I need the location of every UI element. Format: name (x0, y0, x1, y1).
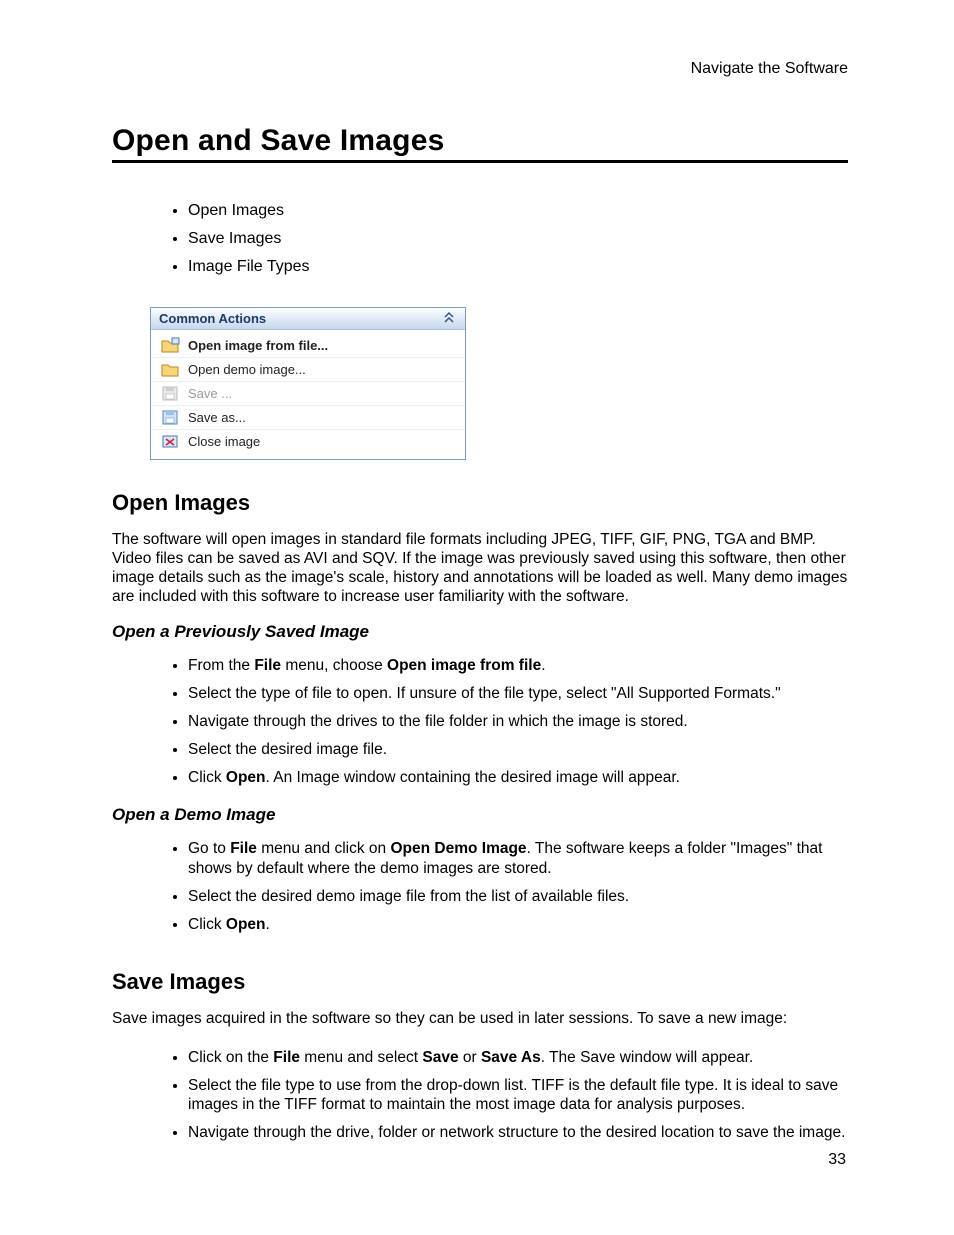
list-item: Select the desired image file. (188, 736, 848, 764)
close-image-icon (161, 433, 180, 450)
list-item: Go to File menu and click on Open Demo I… (188, 835, 848, 883)
save-images-heading: Save Images (112, 969, 848, 995)
page-title: Open and Save Images (112, 124, 848, 158)
action-label: Open demo image... (188, 362, 306, 377)
open-images-paragraph: The software will open images in standar… (112, 530, 848, 606)
topic-list: Open Images Save Images Image File Types (112, 197, 848, 281)
panel-title: Common Actions (159, 311, 266, 326)
open-demo-icon (161, 361, 180, 378)
close-image-action[interactable]: Close image (151, 430, 465, 453)
list-item: Navigate through the drives to the file … (188, 708, 848, 736)
action-label: Close image (188, 434, 260, 449)
save-images-paragraph: Save images acquired in the software so … (112, 1009, 848, 1028)
open-demo-image-heading: Open a Demo Image (112, 805, 848, 825)
open-image-from-file-action[interactable]: Open image from file... (151, 334, 465, 358)
open-demo-image-steps: Go to File menu and click on Open Demo I… (112, 835, 848, 938)
list-item: Select the type of file to open. If unsu… (188, 680, 848, 708)
list-item: Save Images (188, 225, 848, 253)
page-number: 33 (828, 1151, 846, 1169)
list-item: Select the file type to use from the dro… (188, 1072, 848, 1120)
save-as-action[interactable]: Save as... (151, 406, 465, 430)
common-actions-panel: Common Actions Open image from file... O… (150, 307, 466, 460)
save-as-icon (161, 409, 180, 426)
title-divider (112, 160, 848, 163)
action-label: Save ... (188, 386, 232, 401)
open-images-heading: Open Images (112, 490, 848, 516)
list-item: Navigate through the drive, folder or ne… (188, 1119, 848, 1147)
list-item: Click Open. (188, 911, 848, 939)
save-action: Save ... (151, 382, 465, 406)
save-icon (161, 385, 180, 402)
panel-header[interactable]: Common Actions (151, 308, 465, 330)
panel-body: Open image from file... Open demo image.… (151, 330, 465, 459)
save-images-steps: Click on the File menu and select Save o… (112, 1044, 848, 1147)
action-label: Open image from file... (188, 338, 328, 353)
list-item: Image File Types (188, 253, 848, 281)
open-previously-saved-steps: From the File menu, choose Open image fr… (112, 652, 848, 791)
open-demo-image-action[interactable]: Open demo image... (151, 358, 465, 382)
collapse-icon[interactable] (443, 312, 455, 326)
open-previously-saved-heading: Open a Previously Saved Image (112, 622, 848, 642)
open-file-icon (161, 337, 180, 354)
breadcrumb: Navigate the Software (112, 60, 848, 78)
list-item: Open Images (188, 197, 848, 225)
list-item: Click on the File menu and select Save o… (188, 1044, 848, 1072)
list-item: Select the desired demo image file from … (188, 883, 848, 911)
list-item: Click Open. An Image window containing t… (188, 764, 848, 792)
action-label: Save as... (188, 410, 246, 425)
list-item: From the File menu, choose Open image fr… (188, 652, 848, 680)
